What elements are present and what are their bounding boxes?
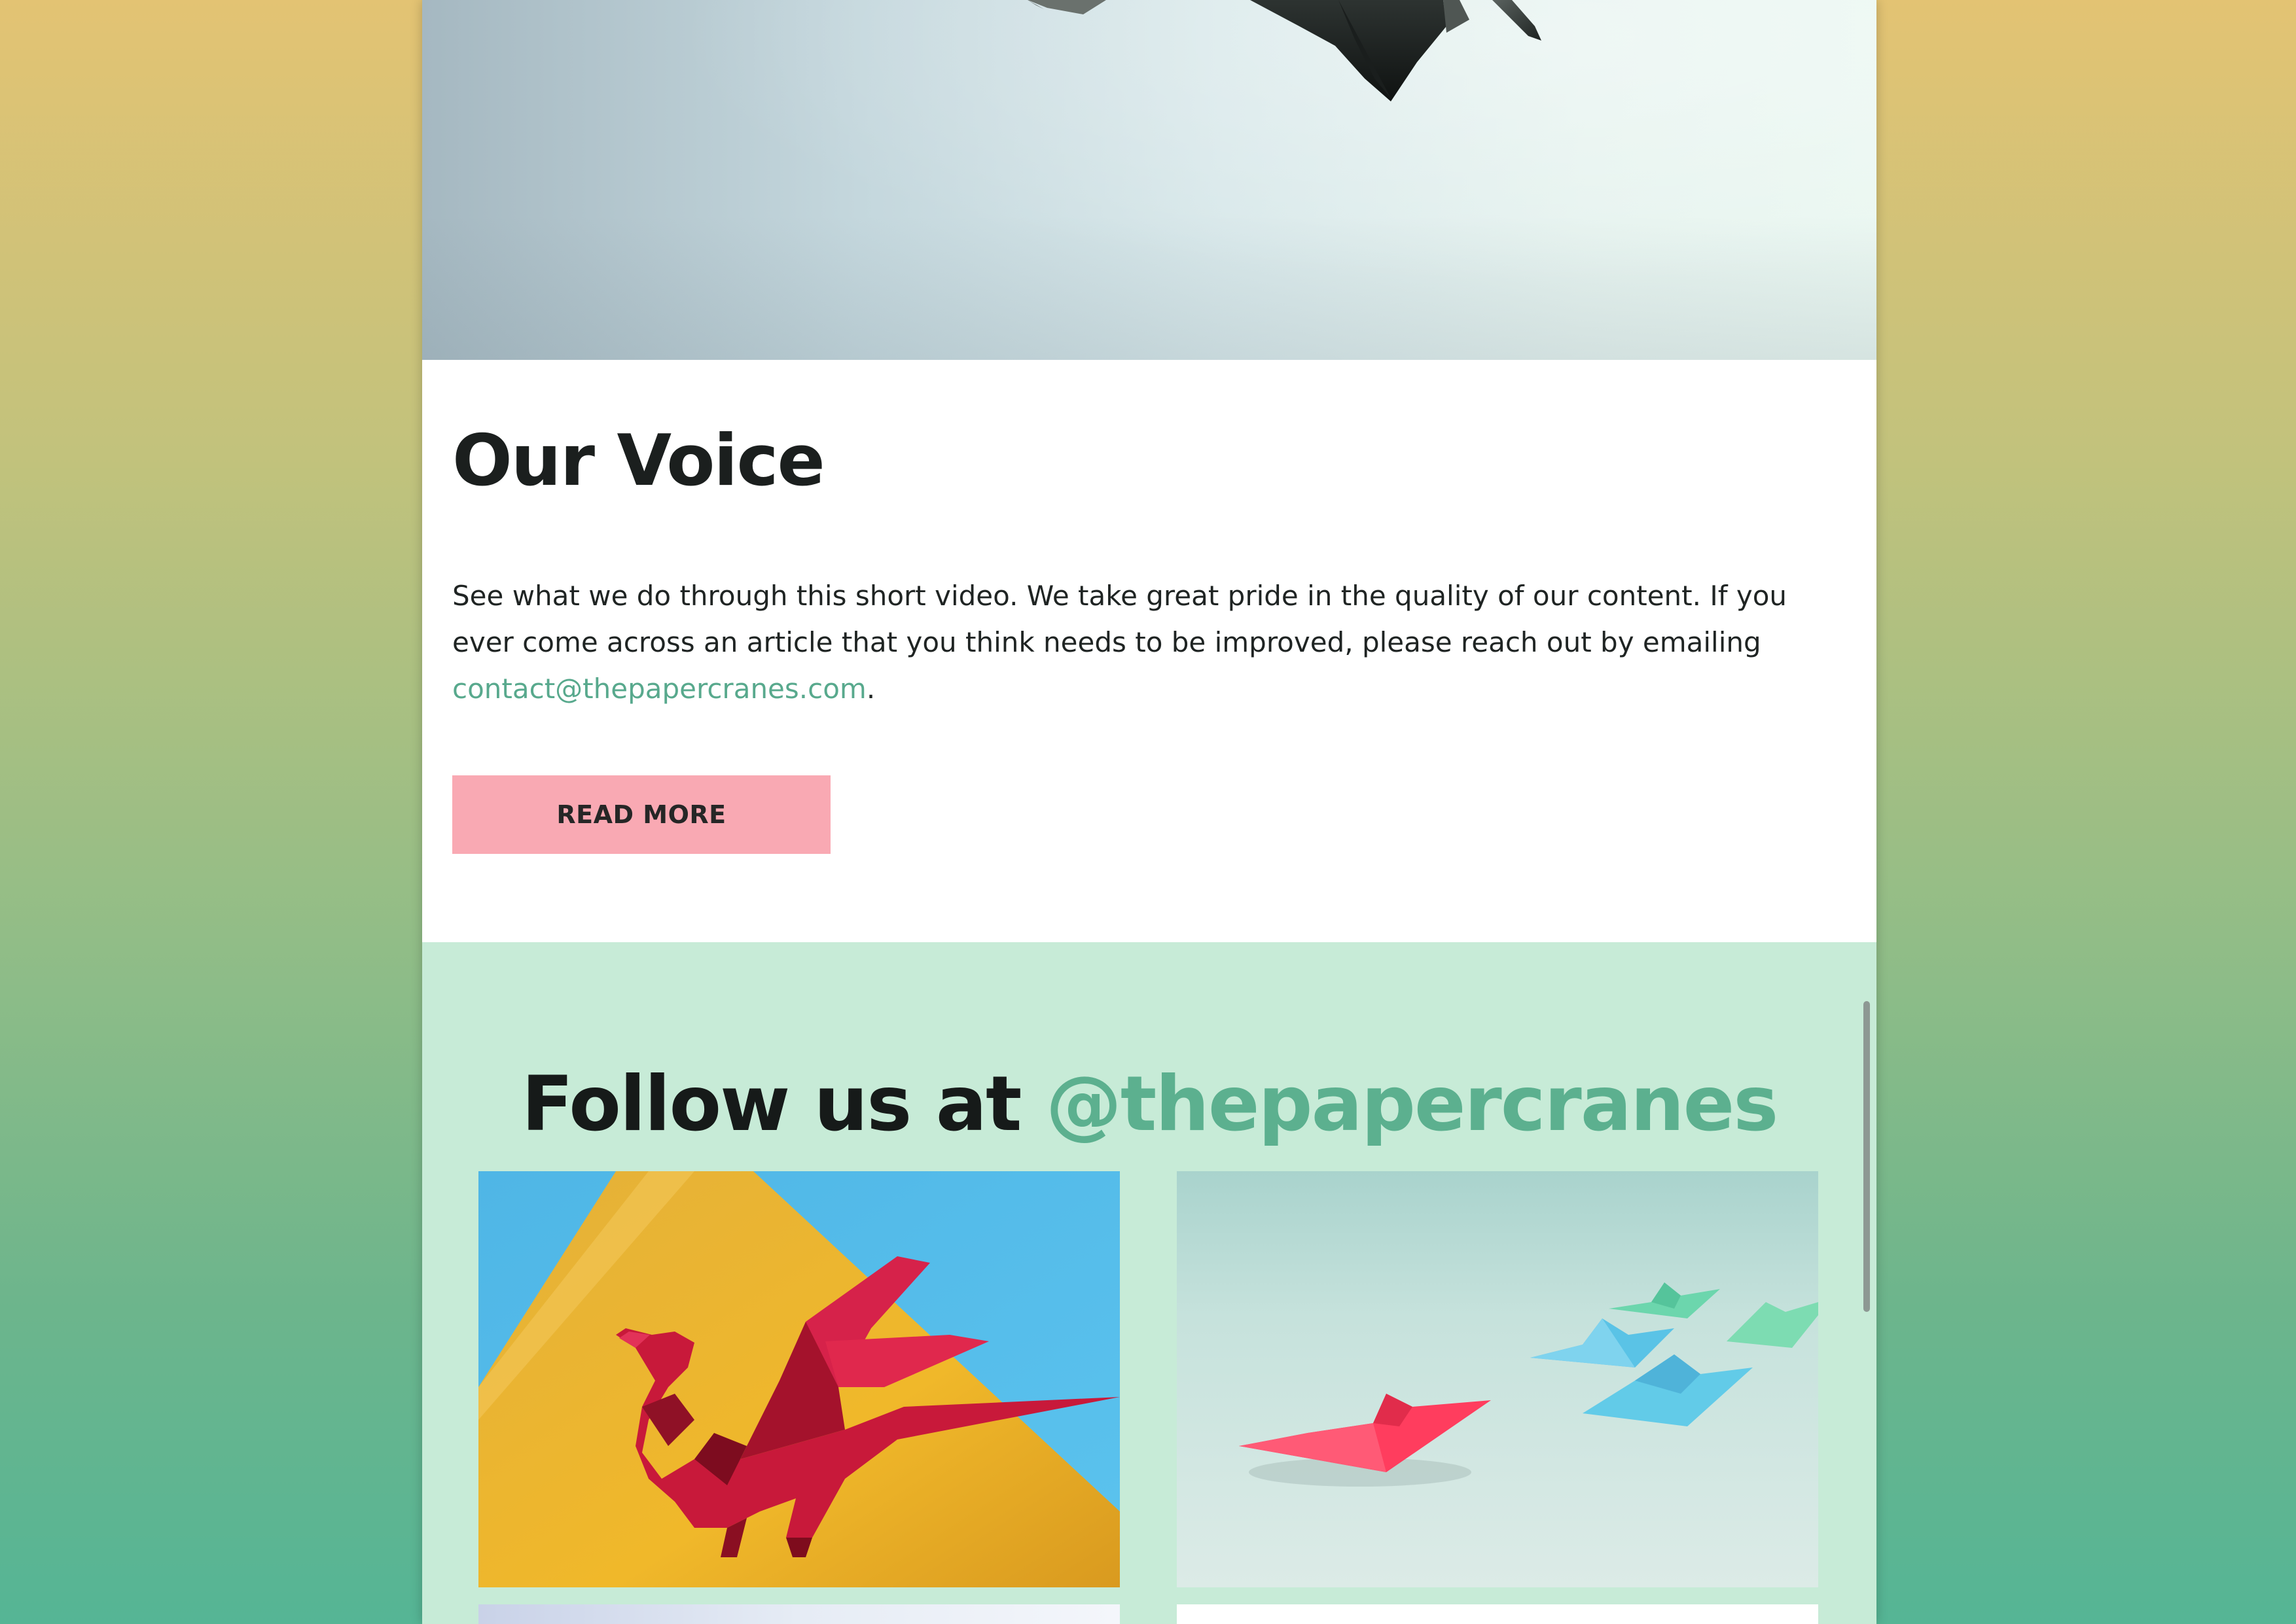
social-image-4[interactable] bbox=[1177, 1604, 1818, 1624]
our-voice-section: Our Voice See what we do through this sh… bbox=[422, 360, 1876, 942]
follow-title-prefix: Follow us at bbox=[521, 1060, 1046, 1148]
social-image-3[interactable] bbox=[478, 1604, 1120, 1624]
follow-title: Follow us at @thepapercranes bbox=[422, 1060, 1876, 1148]
body-text: See what we do through this short video.… bbox=[452, 580, 1787, 658]
read-more-button[interactable]: READ MORE bbox=[452, 775, 831, 854]
scrollbar[interactable] bbox=[1863, 1001, 1870, 1312]
body-end: . bbox=[866, 673, 876, 705]
follow-section: Follow us at @thepapercranes bbox=[422, 942, 1876, 1624]
email-link[interactable]: contact@thepapercranes.com bbox=[452, 673, 867, 705]
origami-dragon-photo bbox=[478, 1171, 1120, 1587]
social-image-dragon[interactable] bbox=[478, 1171, 1120, 1587]
section-body: See what we do through this short video.… bbox=[452, 573, 1840, 712]
origami-crane-illustration bbox=[1028, 0, 1541, 101]
social-image-paper-boats[interactable] bbox=[1177, 1171, 1818, 1587]
paper-boats-photo bbox=[1177, 1171, 1818, 1587]
hero-image bbox=[422, 0, 1876, 360]
social-handle[interactable]: @thepapercranes bbox=[1046, 1060, 1778, 1148]
section-title: Our Voice bbox=[452, 420, 825, 502]
page-container: Our Voice See what we do through this sh… bbox=[422, 0, 1876, 1624]
